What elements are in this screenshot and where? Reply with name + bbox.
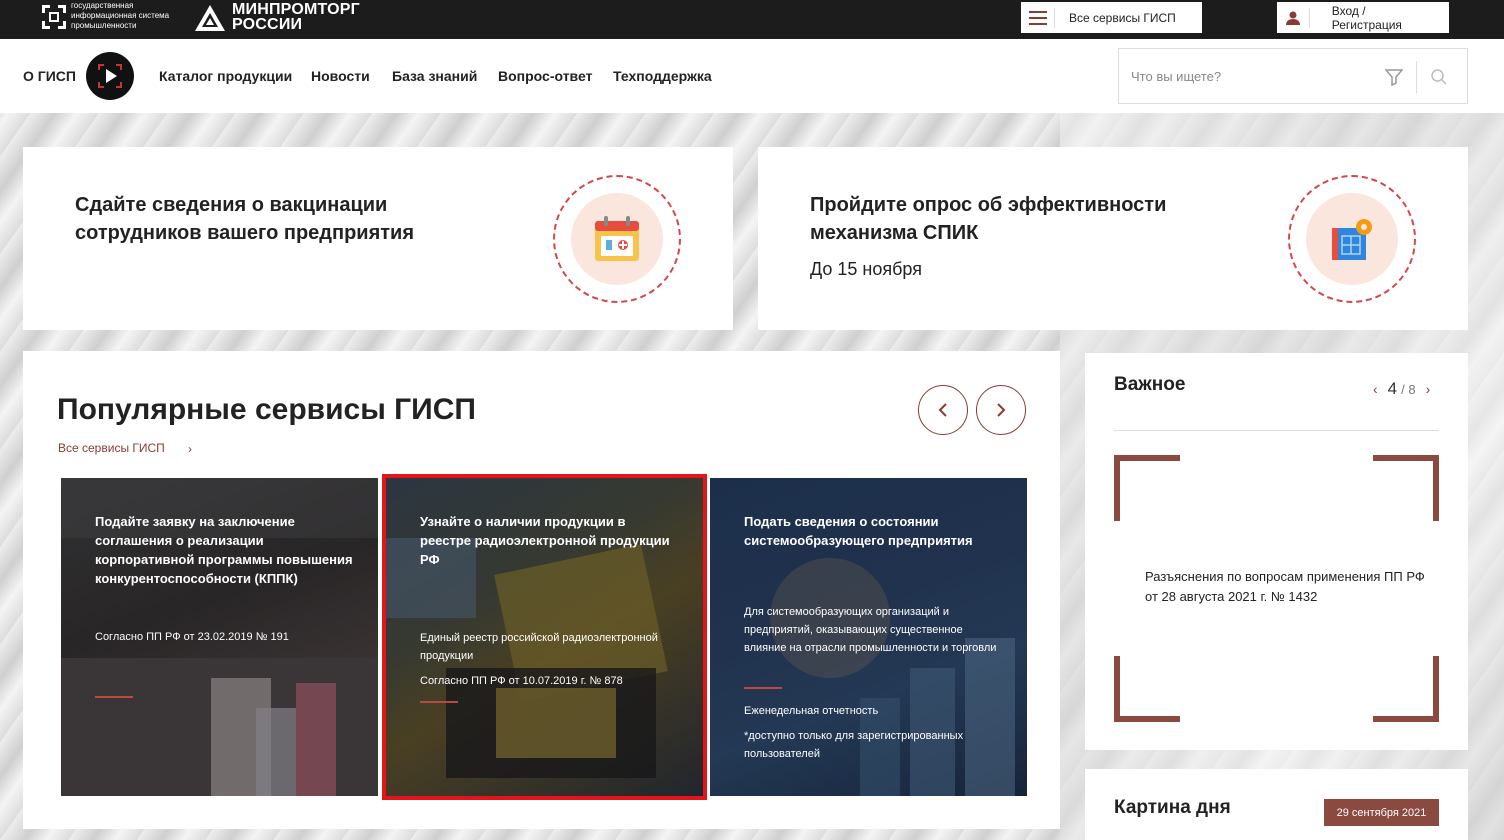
pager-total: / 8 bbox=[1401, 381, 1416, 397]
banner-deadline: До 15 ноября bbox=[810, 259, 922, 279]
service-card-radio-registry[interactable]: Узнайте о наличии продукции в реестре ра… bbox=[382, 474, 707, 800]
calendar-icon bbox=[595, 216, 639, 261]
ministry-logo-icon[interactable] bbox=[194, 4, 226, 32]
frame-corner bbox=[1114, 455, 1180, 521]
search-box bbox=[1118, 48, 1468, 104]
nav-support[interactable]: Техподдержка bbox=[613, 68, 712, 84]
section-title: Популярные сервисы ГИСП bbox=[57, 393, 476, 426]
chevron-right-icon[interactable]: › bbox=[188, 442, 192, 456]
picture-of-day-panel: Картина дня 29 сентября 2021 bbox=[1085, 769, 1468, 840]
important-item-link[interactable]: Разъяснения по вопросам применения ПП РФ… bbox=[1145, 567, 1425, 607]
card-divider bbox=[95, 696, 133, 698]
gisp-name: государственная информационная система п… bbox=[71, 1, 170, 30]
nav-faq[interactable]: Вопрос-ответ bbox=[498, 68, 592, 84]
ministry-name: МИНПРОМТОРГ РОССИИ bbox=[232, 1, 360, 33]
top-bar: государственная информационная система п… bbox=[0, 0, 1504, 39]
service-card-system-enterprise[interactable]: Подать сведения о состоянии системообраз… bbox=[710, 478, 1027, 796]
banner-icon-ring bbox=[553, 175, 681, 303]
important-pager: ‹ 4 / 8 › bbox=[1373, 379, 1430, 399]
nav-knowledge-base[interactable]: База знаний bbox=[392, 68, 477, 84]
popular-services: Популярные сервисы ГИСП Все сервисы ГИСП… bbox=[23, 351, 1060, 829]
frame-corner bbox=[1373, 656, 1439, 722]
service-card-kppk[interactable]: Подайте заявку на заключение соглашения … bbox=[61, 478, 378, 796]
banner-title: Пройдите опрос об эффективности механизм… bbox=[810, 194, 1167, 244]
search-divider bbox=[1416, 61, 1417, 93]
login-button[interactable]: Вход / Регистрация bbox=[1277, 2, 1449, 33]
chevron-right-icon[interactable]: › bbox=[1426, 381, 1431, 397]
date-badge: 29 сентября 2021 bbox=[1324, 799, 1439, 826]
important-panel: Важное ‹ 4 / 8 › Разъяснения по вопросам… bbox=[1085, 353, 1468, 750]
all-services-link[interactable]: Все сервисы ГИСП bbox=[58, 441, 165, 455]
user-icon bbox=[1277, 7, 1310, 28]
nav-about[interactable]: О ГИСП bbox=[23, 68, 76, 84]
carousel-prev-button[interactable] bbox=[918, 385, 968, 435]
blueprint-gear-icon bbox=[1332, 219, 1372, 260]
search-input[interactable] bbox=[1131, 65, 1371, 87]
banner-icon-ring bbox=[1288, 175, 1416, 303]
card-divider bbox=[744, 687, 782, 689]
play-icon bbox=[98, 64, 122, 88]
nav-news[interactable]: Новости bbox=[311, 68, 370, 84]
chevron-left-icon bbox=[938, 403, 947, 417]
gisp-logo-icon[interactable] bbox=[40, 3, 68, 31]
important-title: Важное bbox=[1114, 374, 1186, 395]
video-play-button[interactable] bbox=[86, 52, 134, 100]
frame-corner bbox=[1114, 656, 1180, 722]
divider bbox=[1114, 430, 1439, 431]
all-services-button[interactable]: Все сервисы ГИСП bbox=[1021, 2, 1202, 33]
chevron-left-icon[interactable]: ‹ bbox=[1373, 381, 1378, 397]
vaccination-banner[interactable]: Сдайте сведения о вакцинации сотрудников… bbox=[23, 147, 733, 330]
banner-title: Сдайте сведения о вакцинации сотрудников… bbox=[75, 194, 415, 244]
pager-current: 4 bbox=[1387, 379, 1398, 398]
filter-icon[interactable] bbox=[1385, 68, 1403, 86]
hamburger-icon bbox=[1021, 7, 1055, 28]
search-icon[interactable] bbox=[1430, 68, 1448, 86]
picture-of-day-title: Картина дня bbox=[1114, 797, 1231, 818]
nav-catalog[interactable]: Каталог продукции bbox=[159, 68, 292, 84]
card-divider bbox=[420, 701, 458, 703]
frame-corner bbox=[1373, 455, 1439, 521]
main-nav: О ГИСП Каталог продукции Новости База зн… bbox=[0, 39, 1504, 113]
chevron-right-icon bbox=[997, 403, 1006, 417]
survey-banner[interactable]: Пройдите опрос об эффективности механизм… bbox=[758, 147, 1468, 330]
carousel-next-button[interactable] bbox=[976, 385, 1026, 435]
